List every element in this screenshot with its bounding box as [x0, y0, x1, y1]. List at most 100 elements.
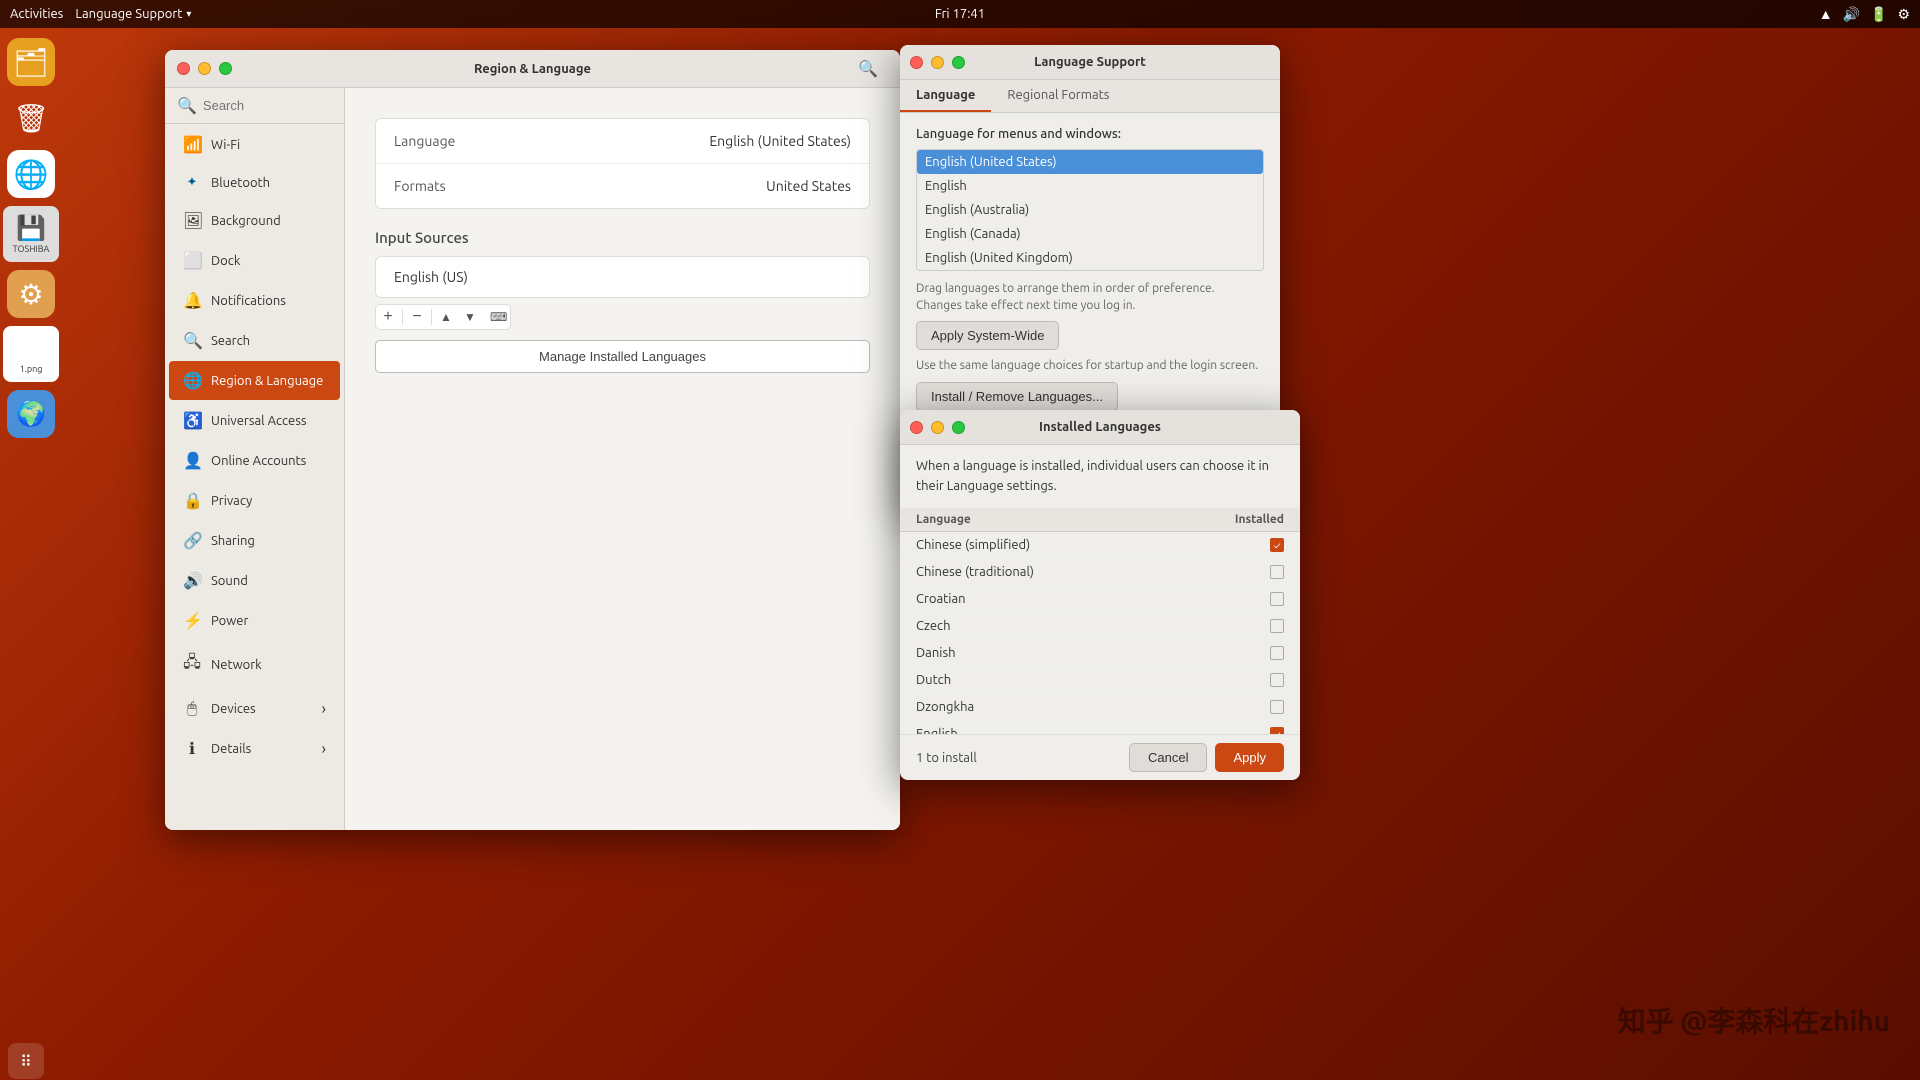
bottom-bar: ⠿	[0, 1042, 1920, 1080]
close-btn-lang[interactable]	[910, 56, 923, 69]
min-btn-lang[interactable]	[931, 56, 944, 69]
lang-item-2[interactable]: English (Australia)	[917, 198, 1263, 222]
sidebar-item-sharing[interactable]: 🔗 Sharing	[169, 521, 340, 560]
checkbox-0[interactable]: ✓	[1270, 538, 1284, 552]
sidebar-item-search[interactable]: 🔍 Search	[169, 321, 340, 360]
dock-files[interactable]: 🗂	[7, 38, 55, 86]
audio-icon: 🔊	[1843, 6, 1860, 23]
lang-item-0[interactable]: English (United States)	[917, 150, 1263, 174]
app-name-label[interactable]: Language Support ▾	[75, 7, 191, 21]
max-btn-settings[interactable]	[219, 62, 232, 75]
settings-titlebar: Region & Language 🔍	[165, 50, 900, 88]
table-row: Dzongkha	[900, 694, 1300, 721]
apps-grid-btn[interactable]: ⠿	[8, 1043, 44, 1079]
sidebar-label-dock: Dock	[211, 254, 240, 268]
sidebar-label-wifi: Wi-Fi	[211, 138, 240, 152]
move-up-btn[interactable]: ▲	[434, 305, 458, 329]
dock-chrome[interactable]: 🌐	[7, 150, 55, 198]
lang-item-4[interactable]: English (United Kingdom)	[917, 246, 1263, 270]
lang-item-3[interactable]: English (Canada)	[917, 222, 1263, 246]
sidebar-item-universal[interactable]: ♿ Universal Access	[169, 401, 340, 440]
sidebar-item-background[interactable]: 🖼 Background	[169, 201, 340, 240]
lang-support-titlebar: Language Support	[900, 45, 1280, 80]
col-installed: Installed	[1235, 513, 1284, 526]
formats-row[interactable]: Formats United States	[376, 164, 869, 208]
sidebar-item-bluetooth[interactable]: ✦ Bluetooth	[169, 165, 340, 200]
sidebar-label-sharing: Sharing	[211, 534, 255, 548]
language-value: English (United States)	[709, 133, 851, 149]
checkbox-3[interactable]	[1270, 619, 1284, 633]
lang-section-title: Language for menus and windows:	[916, 127, 1264, 141]
keyboard-layout-btn[interactable]: ⌨	[482, 305, 510, 329]
sidebar-item-dock[interactable]: ⬜ Dock	[169, 241, 340, 280]
sound-icon: 🔊	[183, 571, 201, 590]
manage-installed-langs-btn[interactable]: Manage Installed Languages	[375, 340, 870, 373]
window-controls	[177, 62, 232, 75]
col-language: Language	[916, 513, 971, 526]
sidebar-label-search: Search	[211, 334, 250, 348]
wifi-icon: 📶	[183, 135, 201, 154]
language-row[interactable]: Language English (United States)	[376, 119, 869, 164]
sidebar-label-online: Online Accounts	[211, 454, 306, 468]
installed-window-controls	[910, 421, 965, 434]
tab-regional[interactable]: Regional Formats	[991, 80, 1125, 112]
installed-titlebar: Installed Languages	[900, 410, 1300, 445]
sidebar-item-region[interactable]: 🌐 Region & Language	[169, 361, 340, 400]
dock-settings[interactable]: ⚙	[7, 270, 55, 318]
lang-item-1[interactable]: English	[917, 174, 1263, 198]
checkbox-4[interactable]	[1270, 646, 1284, 660]
sidebar-item-wifi[interactable]: 📶 Wi-Fi	[169, 125, 340, 164]
sidebar-item-details[interactable]: ℹ Details	[169, 729, 340, 768]
min-btn-settings[interactable]	[198, 62, 211, 75]
formats-value: United States	[766, 178, 851, 194]
apply-system-wide-btn[interactable]: Apply System-Wide	[916, 321, 1059, 350]
cancel-installed-btn[interactable]: Cancel	[1129, 743, 1207, 772]
main-content: Language English (United States) Formats…	[345, 88, 900, 830]
checkbox-6[interactable]	[1270, 700, 1284, 714]
max-btn-lang[interactable]	[952, 56, 965, 69]
sidebar-label-power: Power	[211, 614, 248, 628]
checkbox-5[interactable]	[1270, 673, 1284, 687]
activities-label[interactable]: Activities	[10, 7, 63, 21]
installed-footer: 1 to install Cancel Apply	[900, 734, 1300, 780]
system-menu-icon[interactable]: ⚙	[1897, 6, 1910, 23]
sidebar-item-power[interactable]: ⚡ Power	[169, 601, 340, 640]
close-btn-installed[interactable]	[910, 421, 923, 434]
settings-page-title: Region & Language	[474, 62, 591, 76]
privacy-icon: 🔒	[183, 491, 201, 510]
dock-toshiba[interactable]: 💾 TOSHIBA	[3, 206, 59, 262]
network-icon: 🖧	[183, 651, 201, 678]
lang-drag-note: Drag languages to arrange them in order …	[916, 281, 1264, 315]
sidebar-item-online[interactable]: 👤 Online Accounts	[169, 441, 340, 480]
move-down-btn[interactable]: ▼	[458, 305, 482, 329]
sidebar-item-devices[interactable]: 🖱 Devices	[169, 689, 340, 728]
sidebar-item-sound[interactable]: 🔊 Sound	[169, 561, 340, 600]
dock-trash[interactable]: 🗑	[7, 94, 55, 142]
sidebar: 🔍 📶 Wi-Fi ✦ Bluetooth 🖼 Background ⬜ Doc…	[165, 88, 345, 830]
table-row: Chinese (traditional)	[900, 559, 1300, 586]
sidebar-item-privacy[interactable]: 🔒 Privacy	[169, 481, 340, 520]
sidebar-search-input[interactable]	[203, 98, 332, 113]
topbar-clock: Fri 17:41	[935, 7, 985, 21]
add-input-source-btn[interactable]: +	[376, 305, 400, 329]
checkbox-2[interactable]	[1270, 592, 1284, 606]
checkbox-7[interactable]: ✓	[1270, 727, 1284, 734]
table-header: Language Installed	[900, 508, 1300, 532]
sidebar-item-notifications[interactable]: 🔔 Notifications	[169, 281, 340, 320]
install-remove-langs-btn[interactable]: Install / Remove Languages...	[916, 382, 1118, 411]
settings-search[interactable]: 🔍	[858, 59, 888, 78]
remove-input-source-btn[interactable]: −	[405, 305, 429, 329]
sidebar-search-box[interactable]: 🔍	[165, 88, 344, 124]
apply-installed-btn[interactable]: Apply	[1215, 743, 1284, 772]
sidebar-item-network[interactable]: 🖧 Network	[169, 641, 340, 688]
notifications-icon: 🔔	[183, 291, 201, 310]
close-btn-settings[interactable]	[177, 62, 190, 75]
checkbox-1[interactable]	[1270, 565, 1284, 579]
dock-web[interactable]: 🌍	[7, 390, 55, 438]
tab-language[interactable]: Language	[900, 80, 991, 112]
dock-1png[interactable]: 🖼 1.png	[3, 326, 59, 382]
input-source-controls: + − ▲ ▼ ⌨	[375, 304, 870, 330]
min-btn-installed[interactable]	[931, 421, 944, 434]
max-btn-installed[interactable]	[952, 421, 965, 434]
installed-table: Language Installed Chinese (simplified) …	[900, 508, 1300, 734]
